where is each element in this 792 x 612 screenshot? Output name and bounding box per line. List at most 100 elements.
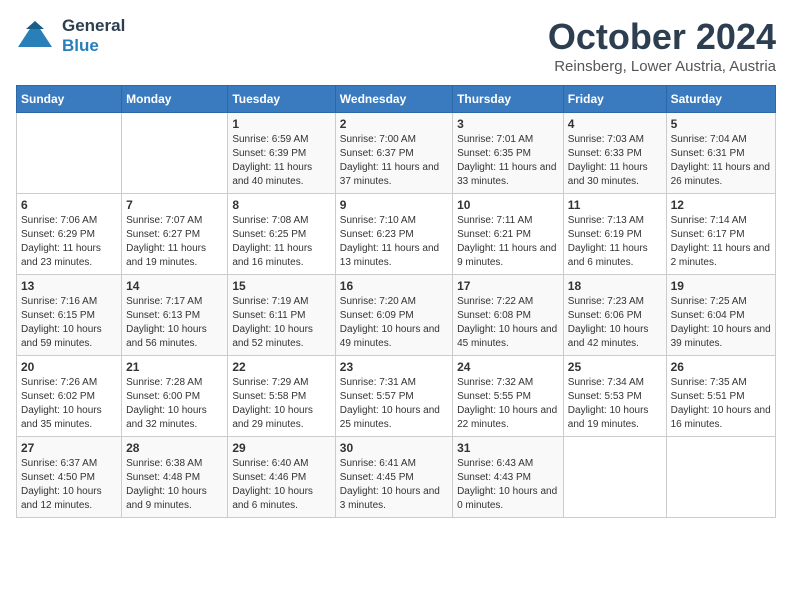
day-detail: Sunrise: 7:23 AM Sunset: 6:06 PM Dayligh…: [568, 295, 662, 351]
col-header-tuesday: Tuesday: [228, 86, 335, 113]
calendar-week-row: 20 Sunrise: 7:26 AM Sunset: 6:02 PM Dayli…: [17, 356, 776, 437]
day-detail: Sunrise: 7:32 AM Sunset: 5:55 PM Dayligh…: [457, 376, 559, 432]
day-number: 29: [232, 441, 330, 455]
calendar-cell: 14Sunrise: 7:17 AM Sunset: 6:13 PM Dayli…: [122, 275, 228, 356]
calendar-cell: 11Sunrise: 7:13 AM Sunset: 6:19 PM Dayli…: [563, 194, 666, 275]
day-number: 24: [457, 360, 559, 374]
calendar-cell: 3 Sunrise: 7:01 AM Sunset: 6:35 PM Daylig…: [453, 113, 564, 194]
day-detail: Sunrise: 6:40 AM Sunset: 4:46 PM Dayligh…: [232, 457, 330, 513]
calendar-cell: 17 Sunrise: 7:22 AM Sunset: 6:08 PM Dayli…: [453, 275, 564, 356]
day-number: 16: [340, 279, 448, 293]
page-header: General Blue October 2024 Reinsberg, Low…: [16, 16, 776, 75]
calendar-cell: 9 Sunrise: 7:10 AM Sunset: 6:23 PM Daylig…: [335, 194, 452, 275]
day-detail: Sunrise: 7:26 AM Sunset: 6:02 PM Dayligh…: [21, 376, 117, 432]
day-number: 9: [340, 198, 448, 212]
calendar-cell: 22Sunrise: 7:29 AM Sunset: 5:58 PM Dayli…: [228, 356, 335, 437]
day-detail: Sunrise: 6:38 AM Sunset: 4:48 PM Dayligh…: [126, 457, 223, 513]
day-detail: Sunrise: 7:28 AM Sunset: 6:00 PM Dayligh…: [126, 376, 223, 432]
day-number: 30: [340, 441, 448, 455]
day-number: 15: [232, 279, 330, 293]
day-number: 10: [457, 198, 559, 212]
day-number: 23: [340, 360, 448, 374]
calendar-cell: 25 Sunrise: 7:34 AM Sunset: 5:53 PM Dayli…: [563, 356, 666, 437]
day-number: 21: [126, 360, 223, 374]
day-number: 6: [21, 198, 117, 212]
day-number: 1: [232, 117, 330, 131]
calendar-table: SundayMondayTuesdayWednesdayThursdayFrid…: [16, 85, 776, 518]
calendar-week-row: 6 Sunrise: 7:06 AM Sunset: 6:29 PM Daylig…: [17, 194, 776, 275]
day-detail: Sunrise: 7:17 AM Sunset: 6:13 PM Dayligh…: [126, 295, 223, 351]
day-detail: Sunrise: 7:00 AM Sunset: 6:37 PM Dayligh…: [340, 133, 448, 189]
calendar-cell: 21 Sunrise: 7:28 AM Sunset: 6:00 PM Dayli…: [122, 356, 228, 437]
col-header-friday: Friday: [563, 86, 666, 113]
calendar-cell: 8Sunrise: 7:08 AM Sunset: 6:25 PM Daylig…: [228, 194, 335, 275]
day-number: 31: [457, 441, 559, 455]
calendar-cell: [563, 437, 666, 518]
day-number: 7: [126, 198, 223, 212]
day-detail: Sunrise: 6:41 AM Sunset: 4:45 PM Dayligh…: [340, 457, 448, 513]
day-detail: Sunrise: 7:06 AM Sunset: 6:29 PM Dayligh…: [21, 214, 117, 270]
day-detail: Sunrise: 6:59 AM Sunset: 6:39 PM Dayligh…: [232, 133, 330, 189]
day-detail: Sunrise: 6:43 AM Sunset: 4:43 PM Dayligh…: [457, 457, 559, 513]
title-block: October 2024 Reinsberg, Lower Austria, A…: [548, 16, 776, 75]
day-number: 4: [568, 117, 662, 131]
day-detail: Sunrise: 7:25 AM Sunset: 6:04 PM Dayligh…: [671, 295, 771, 351]
logo: General Blue: [16, 16, 125, 56]
logo-icon: [16, 19, 54, 54]
day-detail: Sunrise: 7:14 AM Sunset: 6:17 PM Dayligh…: [671, 214, 771, 270]
day-detail: Sunrise: 7:31 AM Sunset: 5:57 PM Dayligh…: [340, 376, 448, 432]
day-detail: Sunrise: 7:20 AM Sunset: 6:09 PM Dayligh…: [340, 295, 448, 351]
day-detail: Sunrise: 7:34 AM Sunset: 5:53 PM Dayligh…: [568, 376, 662, 432]
calendar-cell: 4Sunrise: 7:03 AM Sunset: 6:33 PM Daylig…: [563, 113, 666, 194]
day-number: 17: [457, 279, 559, 293]
day-number: 25: [568, 360, 662, 374]
day-detail: Sunrise: 7:10 AM Sunset: 6:23 PM Dayligh…: [340, 214, 448, 270]
col-header-sunday: Sunday: [17, 86, 122, 113]
calendar-cell: 29 Sunrise: 6:40 AM Sunset: 4:46 PM Dayli…: [228, 437, 335, 518]
calendar-cell: 16 Sunrise: 7:20 AM Sunset: 6:09 PM Dayli…: [335, 275, 452, 356]
calendar-cell: [17, 113, 122, 194]
day-number: 26: [671, 360, 771, 374]
day-detail: Sunrise: 7:01 AM Sunset: 6:35 PM Dayligh…: [457, 133, 559, 189]
calendar-cell: 23 Sunrise: 7:31 AM Sunset: 5:57 PM Dayli…: [335, 356, 452, 437]
calendar-cell: 12 Sunrise: 7:14 AM Sunset: 6:17 PM Dayli…: [666, 194, 775, 275]
day-number: 13: [21, 279, 117, 293]
subtitle: Reinsberg, Lower Austria, Austria: [548, 58, 776, 75]
day-number: 12: [671, 198, 771, 212]
calendar-cell: 31 Sunrise: 6:43 AM Sunset: 4:43 PM Dayli…: [453, 437, 564, 518]
calendar-cell: 6 Sunrise: 7:06 AM Sunset: 6:29 PM Daylig…: [17, 194, 122, 275]
calendar-cell: 30 Sunrise: 6:41 AM Sunset: 4:45 PM Dayli…: [335, 437, 452, 518]
col-header-monday: Monday: [122, 86, 228, 113]
calendar-cell: 7Sunrise: 7:07 AM Sunset: 6:27 PM Daylig…: [122, 194, 228, 275]
day-detail: Sunrise: 7:22 AM Sunset: 6:08 PM Dayligh…: [457, 295, 559, 351]
calendar-cell: 24 Sunrise: 7:32 AM Sunset: 5:55 PM Dayli…: [453, 356, 564, 437]
calendar-cell: 18 Sunrise: 7:23 AM Sunset: 6:06 PM Dayli…: [563, 275, 666, 356]
day-number: 5: [671, 117, 771, 131]
calendar-cell: 5 Sunrise: 7:04 AM Sunset: 6:31 PM Daylig…: [666, 113, 775, 194]
calendar-cell: [666, 437, 775, 518]
day-number: 18: [568, 279, 662, 293]
day-detail: Sunrise: 6:37 AM Sunset: 4:50 PM Dayligh…: [21, 457, 117, 513]
calendar-cell: 2 Sunrise: 7:00 AM Sunset: 6:37 PM Daylig…: [335, 113, 452, 194]
day-number: 20: [21, 360, 117, 374]
calendar-cell: 28Sunrise: 6:38 AM Sunset: 4:48 PM Dayli…: [122, 437, 228, 518]
day-detail: Sunrise: 7:04 AM Sunset: 6:31 PM Dayligh…: [671, 133, 771, 189]
day-detail: Sunrise: 7:11 AM Sunset: 6:21 PM Dayligh…: [457, 214, 559, 270]
day-number: 22: [232, 360, 330, 374]
day-number: 11: [568, 198, 662, 212]
calendar-week-row: 1 Sunrise: 6:59 AM Sunset: 6:39 PM Daylig…: [17, 113, 776, 194]
day-detail: Sunrise: 7:19 AM Sunset: 6:11 PM Dayligh…: [232, 295, 330, 351]
calendar-header-row: SundayMondayTuesdayWednesdayThursdayFrid…: [17, 86, 776, 113]
calendar-cell: 20 Sunrise: 7:26 AM Sunset: 6:02 PM Dayli…: [17, 356, 122, 437]
col-header-thursday: Thursday: [453, 86, 564, 113]
logo-blue: Blue: [62, 36, 99, 55]
calendar-week-row: 13 Sunrise: 7:16 AM Sunset: 6:15 PM Dayli…: [17, 275, 776, 356]
col-header-saturday: Saturday: [666, 86, 775, 113]
calendar-cell: [122, 113, 228, 194]
day-number: 8: [232, 198, 330, 212]
day-number: 2: [340, 117, 448, 131]
day-detail: Sunrise: 7:16 AM Sunset: 6:15 PM Dayligh…: [21, 295, 117, 351]
calendar-cell: 27Sunrise: 6:37 AM Sunset: 4:50 PM Dayli…: [17, 437, 122, 518]
calendar-cell: 26Sunrise: 7:35 AM Sunset: 5:51 PM Dayli…: [666, 356, 775, 437]
day-number: 3: [457, 117, 559, 131]
